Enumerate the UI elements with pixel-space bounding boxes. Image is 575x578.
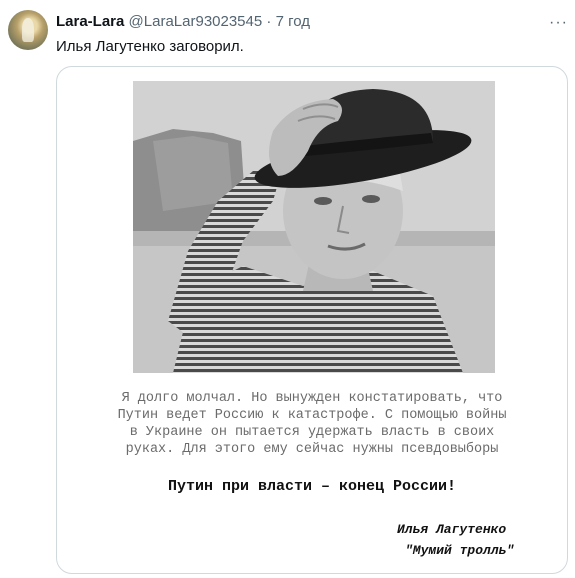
signature-name: Илья Лагутенко: [397, 522, 507, 537]
letter-line: Я долго молчал. Но вынужден констатирова…: [121, 391, 503, 406]
tweet-header: Lara-Lara @LaraLar93023545 · 7 год: [56, 13, 310, 31]
signature-band: "Мумий тролль": [405, 543, 515, 558]
tweet-time[interactable]: 7 год: [276, 13, 310, 30]
author-handle[interactable]: @LaraLar93023545: [129, 13, 263, 30]
author-name[interactable]: Lara-Lara: [56, 13, 124, 30]
portrait-illustration: [133, 81, 495, 373]
letter-line: в Украине он пытается удержать власть в …: [129, 425, 495, 440]
avatar[interactable]: [8, 10, 48, 50]
tweet-text: Илья Лагутенко заговорил.: [56, 38, 244, 55]
more-options-icon[interactable]: ···: [549, 14, 568, 32]
letter-line: Путин ведет Россию к катастрофе. С помощ…: [117, 408, 507, 423]
portrait-photo: [133, 81, 495, 373]
separator-dot: ·: [266, 13, 272, 30]
letter-headline: Путин при власти – конец России!: [167, 478, 457, 495]
letter-line: руках. Для этого ему сейчас нужны псевдо…: [125, 442, 499, 457]
tweet-media[interactable]: Я долго молчал. Но вынужден констатирова…: [56, 66, 568, 574]
